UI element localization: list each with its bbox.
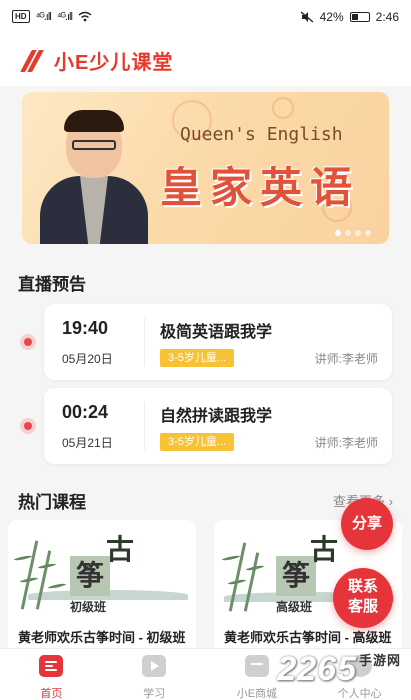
gu-character: 古 <box>310 533 339 566</box>
tab-study[interactable]: 学习 <box>103 649 206 700</box>
mute-icon <box>300 11 314 23</box>
live-teacher: 讲师:李老师 <box>314 436 378 450</box>
banner-carousel[interactable]: Queen's English 皇家英语 <box>22 92 389 244</box>
signal-icon-2: ⁴ᴳ.ıll <box>56 10 73 23</box>
share-button[interactable]: 分享 <box>341 498 393 550</box>
tab-label: 首页 <box>40 688 63 700</box>
live-time: 00:24 <box>62 402 109 422</box>
live-item[interactable]: 00:24 05月21日 自然拼读跟我学 3-5岁儿童... 讲师:李老师 <box>44 388 392 464</box>
logo-mark-icon <box>20 49 46 73</box>
status-bar: HD ⁴ᴳ.ıll ⁴ᴳ.ıll 42% 2:46 <box>0 0 411 34</box>
age-tag: 3-5岁儿童... <box>160 433 235 451</box>
watermark: 2265 手游网 <box>277 650 401 689</box>
banner-english-title: Queen's English <box>180 124 343 145</box>
play-icon <box>142 655 167 677</box>
zheng-character: 筝 <box>70 556 110 596</box>
carousel-dot[interactable] <box>365 230 371 236</box>
watermark-sub: 手游网 <box>358 653 401 668</box>
tab-label: 学习 <box>143 688 166 700</box>
signal-icon: ⁴ᴳ.ıll <box>35 10 52 23</box>
battery-icon <box>349 12 370 22</box>
course-title: 黄老师欢乐古筝时间 - 高级班 <box>224 630 392 645</box>
live-date: 05月21日 <box>62 436 113 450</box>
live-date: 05月20日 <box>62 352 113 366</box>
tab-home[interactable]: 首页 <box>0 649 103 700</box>
hd-badge: HD <box>12 10 30 23</box>
home-icon <box>39 655 64 677</box>
live-dot-icon <box>20 418 36 434</box>
contact-label-1: 联系 <box>347 578 378 595</box>
carousel-indicator <box>335 230 371 236</box>
live-teacher: 讲师:李老师 <box>314 352 378 366</box>
carousel-dot[interactable] <box>355 230 361 236</box>
level-label: 初级班 <box>70 600 107 614</box>
course-thumbnail: 筝 古 初级班 <box>8 520 196 620</box>
live-dot-icon <box>20 334 36 350</box>
live-time: 19:40 <box>62 318 109 338</box>
clock: 2:46 <box>375 10 399 24</box>
section-title-live: 直播预告 <box>18 275 86 294</box>
battery-percent: 42% <box>319 10 344 24</box>
banner-chinese-title: 皇家英语 <box>160 164 361 211</box>
contact-label-2: 客服 <box>347 598 378 615</box>
app-logo: 小E少儿课堂 <box>20 46 173 75</box>
shop-icon <box>244 655 269 677</box>
logo-text: 小E少儿课堂 <box>54 52 174 74</box>
contact-support-button[interactable]: 联系 客服 <box>333 568 393 628</box>
live-title: 自然拼读跟我学 <box>160 408 273 425</box>
carousel-dot[interactable] <box>335 230 341 236</box>
teacher-photo <box>40 110 148 244</box>
level-label: 高级班 <box>276 600 313 614</box>
section-title-hot: 热门课程 <box>18 493 86 512</box>
course-card[interactable]: 筝 古 初级班 黄老师欢乐古筝时间 - 初级班 <box>8 520 196 660</box>
live-title: 极简英语跟我学 <box>160 324 273 341</box>
wifi-icon <box>78 11 92 22</box>
watermark-main: 2265 <box>277 650 357 688</box>
gu-character: 古 <box>106 533 135 566</box>
app-header: 小E少儿课堂 <box>0 34 411 86</box>
age-tag: 3-5岁儿童... <box>160 349 235 367</box>
carousel-dot[interactable] <box>345 230 351 236</box>
live-item[interactable]: 19:40 05月20日 极简英语跟我学 3-5岁儿童... 讲师:李老师 <box>44 304 392 380</box>
course-title: 黄老师欢乐古筝时间 - 初级班 <box>18 630 186 645</box>
